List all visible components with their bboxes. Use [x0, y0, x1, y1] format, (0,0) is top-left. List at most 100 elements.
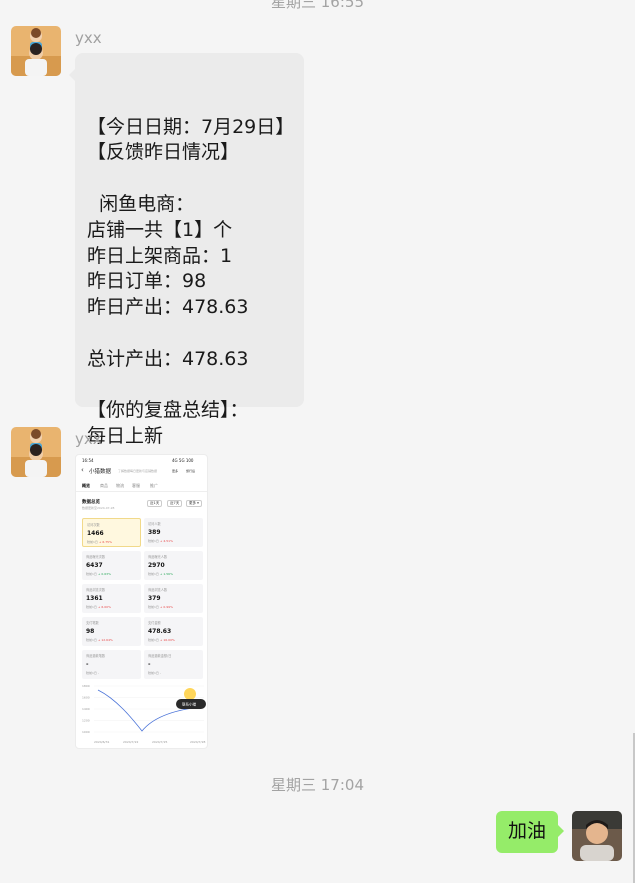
- mini-metric-delta: 较前1日+ 12.64%: [86, 638, 113, 642]
- mini-metric-card: 访问次数 1466 较前1日+ 6.75%: [82, 518, 141, 547]
- mini-metric-label: 商品退款金额/日: [148, 654, 172, 658]
- mini-delta-value: + 1.56%: [159, 572, 173, 576]
- mini-metric-delta: 较前1日+ 6.00%: [86, 605, 111, 609]
- mini-metric-card: 商品浏览次数 1361 较前1日+ 6.00%: [82, 584, 141, 613]
- mini-metric-delta: 较前1日+ 16.00%: [148, 638, 175, 642]
- mini-back-icon: ‹: [81, 466, 84, 474]
- mini-metric-label: 商品退款笔数: [86, 654, 106, 658]
- message-line: 闲鱼电商：: [87, 192, 195, 215]
- mini-delta-value: -: [159, 671, 162, 675]
- mini-delta-label: 较前1日: [148, 671, 159, 675]
- mini-filter: 近1天: [147, 500, 163, 507]
- message-line: 昨日产出：478.63: [87, 296, 249, 319]
- mini-chart-xtick: 2024/6/31: [94, 740, 109, 744]
- mini-status-right: 4G 5G 100: [172, 458, 194, 463]
- mini-header-btn-more: 更多: [172, 469, 179, 473]
- mini-delta-label: 较前1日: [86, 572, 97, 576]
- mini-delta-value: -: [97, 671, 100, 675]
- mini-metric-label: 访问次数: [87, 523, 100, 527]
- mini-metric-delta: 较前1日+ 4.51%: [148, 539, 173, 543]
- mini-metric-value: -: [148, 661, 151, 668]
- mini-section-title: 数据总览: [82, 500, 100, 505]
- mini-metric-label: 访问人数: [148, 522, 161, 526]
- mini-metric-value: 1466: [87, 530, 104, 537]
- mini-metric-card: 支付金额 478.63 较前1日+ 16.00%: [144, 617, 203, 646]
- mini-metric-label: 商品曝光次数: [86, 555, 106, 559]
- mini-chart-ytick: 1000: [82, 730, 90, 734]
- avatar-yxx[interactable]: [11, 427, 61, 477]
- mini-metric-card: 商品退款笔数 - 较前1日-: [82, 650, 141, 679]
- message-line: [87, 373, 292, 399]
- mini-metric-label: 支付笔数: [86, 621, 99, 625]
- mini-title-note: 了解数据每日更新与店铺数据: [118, 469, 158, 473]
- mini-delta-value: + 0.99%: [159, 605, 173, 609]
- message-bubble-outgoing[interactable]: 加油: [496, 811, 565, 853]
- mini-metric-value: 1361: [86, 595, 103, 602]
- message-line: 【今日日期：7月29日】: [87, 115, 295, 138]
- timestamp-top: 星期三 16:55: [271, 0, 364, 11]
- mini-metric-value: 478.63: [148, 628, 172, 635]
- message-line: [87, 166, 292, 192]
- mini-metric-delta: 较前1日-: [148, 671, 161, 675]
- mini-chart-xtick: 2024/7/28: [190, 740, 205, 744]
- message-text: 【今日日期：7月29日】 【反馈昨日情况】 闲鱼电商： 店铺一共【1】个 昨日上架商品…: [87, 115, 295, 450]
- mini-mascot-icon: [184, 688, 196, 700]
- mini-metric-value: 389: [148, 529, 161, 536]
- mini-chat-badge-label: 联系小猎: [182, 702, 196, 707]
- mini-tab: 物流: [116, 483, 124, 488]
- mini-delta-value: + 6.75%: [98, 540, 112, 544]
- mini-delta-label: 较前1日: [86, 638, 97, 642]
- mini-metric-value: -: [86, 661, 89, 668]
- mini-metric-card: 商品曝光人数 2970 较前1日+ 1.56%: [144, 551, 203, 580]
- image-message-screenshot[interactable]: 16:54 4G 5G 100 ‹ 小猎数据 了解数据每日更新与店铺数据 更多 …: [75, 454, 208, 749]
- mini-filter: 更多 ▾: [186, 500, 202, 507]
- mini-metric-value: 379: [148, 595, 161, 602]
- message-line: 【你的复盘总结】：: [87, 399, 249, 422]
- mini-tab: 推广: [150, 483, 158, 488]
- mini-section-date: 数据更新至2024-07-28: [82, 506, 115, 510]
- mini-delta-label: 较前1日: [148, 539, 159, 543]
- mini-metric-card: 支付笔数 98 较前1日+ 12.64%: [82, 617, 141, 646]
- avatar-self[interactable]: [572, 811, 622, 861]
- mini-metric-label: 支付金额: [148, 621, 161, 625]
- mini-delta-label: 较前1日: [148, 638, 159, 642]
- mini-metric-label: 商品浏览次数: [86, 588, 106, 592]
- message-line: 【反馈昨日情况】: [87, 141, 240, 164]
- mini-metric-card: 商品浏览人数 379 较前1日+ 0.99%: [144, 584, 203, 613]
- mini-filter: 近7天: [167, 500, 183, 507]
- mini-metric-delta: 较前1日+ 1.56%: [148, 572, 173, 576]
- message-text: 加油: [508, 820, 547, 842]
- mini-metric-label: 商品曝光人数: [148, 555, 168, 559]
- mini-metric-card: 商品曝光次数 6437 较前1日+ 0.63%: [82, 551, 141, 580]
- mini-tab: 概览: [82, 483, 90, 488]
- mini-status-time: 16:54: [82, 458, 94, 463]
- mini-metric-delta: 较前1日+ 0.99%: [148, 605, 173, 609]
- mini-delta-value: + 6.00%: [97, 605, 111, 609]
- mini-delta-label: 较前1日: [86, 605, 97, 609]
- mini-delta-label: 较前1日: [86, 671, 97, 675]
- mini-tab: 客服: [132, 483, 140, 488]
- message-line: 总计产出：478.63: [87, 347, 249, 370]
- mini-chart-ytick: 1800: [82, 684, 90, 688]
- mini-chart-ytick: 1400: [82, 707, 90, 711]
- mini-divider: [76, 491, 207, 492]
- mini-header-btn-2: 旅行后: [186, 469, 196, 473]
- mini-chart-xtick: 2024/7/22: [123, 740, 138, 744]
- mini-delta-value: + 0.63%: [97, 572, 111, 576]
- mini-delta-value: + 12.64%: [97, 638, 113, 642]
- mini-metric-value: 98: [86, 628, 95, 635]
- mini-metric-delta: 较前1日+ 0.63%: [86, 572, 111, 576]
- mini-delta-value: + 16.00%: [159, 638, 175, 642]
- message-line: [87, 321, 292, 347]
- mini-metric-value: 6437: [86, 562, 103, 569]
- mini-chart-xtick: 2024/7/25: [152, 740, 167, 744]
- message-line: 店铺一共【1】个: [87, 218, 233, 241]
- mini-delta-label: 较前1日: [87, 540, 98, 544]
- avatar-yxx[interactable]: [11, 26, 61, 76]
- mini-line-chart: 1800 1600 1400 1200 1000 2024/6/31 2024/7/22 20…: [82, 684, 206, 744]
- message-bubble-text[interactable]: 【今日日期：7月29日】 【反馈昨日情况】 闲鱼电商： 店铺一共【1】个 昨日上架商品…: [69, 53, 304, 447]
- mini-tab: 商品: [100, 483, 108, 488]
- mini-metric-value: 2970: [148, 562, 165, 569]
- sender-name: yxx: [75, 29, 102, 47]
- sender-name: yxx: [75, 430, 102, 448]
